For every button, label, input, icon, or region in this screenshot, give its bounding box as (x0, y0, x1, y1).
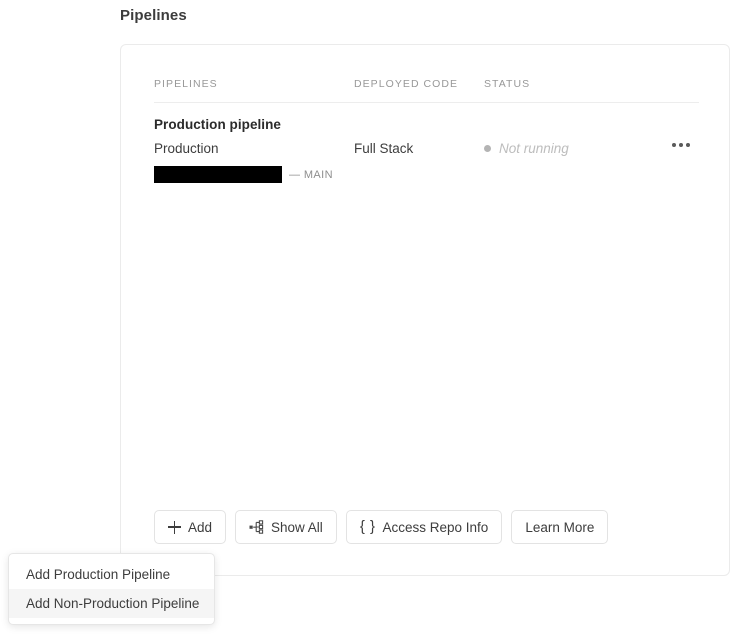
card-actions-toolbar: Add Show All { } Access Repo Info Learn … (154, 510, 609, 544)
show-all-button[interactable]: Show All (235, 510, 337, 544)
menu-item-add-non-production-pipeline[interactable]: Add Non-Production Pipeline (9, 589, 214, 618)
table-header-divider (154, 102, 699, 103)
pipeline-deployed-code: Full Stack (354, 141, 414, 156)
table-row[interactable]: Production pipeline Production Full Stac… (154, 117, 699, 187)
access-repo-info-button-label: Access Repo Info (382, 519, 489, 535)
row-overflow-menu-button[interactable] (666, 135, 696, 155)
column-header-deployed-code: DEPLOYED CODE (354, 78, 459, 90)
access-repo-info-button[interactable]: { } Access Repo Info (345, 510, 503, 544)
menu-item-add-production-pipeline[interactable]: Add Production Pipeline (9, 560, 214, 589)
menu-item-label: Add Non-Production Pipeline (26, 596, 200, 611)
status-badge: Not running (484, 141, 569, 156)
learn-more-button-label: Learn More (525, 519, 595, 535)
pipelines-card: PIPELINES DEPLOYED CODE STATUS Productio… (120, 44, 730, 576)
repository-branch-label: — MAIN (289, 168, 333, 181)
pipeline-name: Production pipeline (154, 117, 281, 132)
show-all-button-label: Show All (271, 519, 323, 535)
ellipsis-icon-dot (686, 143, 690, 147)
menu-item-label: Add Production Pipeline (26, 567, 171, 582)
add-button[interactable]: Add (154, 510, 227, 544)
add-button-label: Add (188, 519, 213, 535)
pipeline-repository: — MAIN (154, 166, 333, 183)
pipeline-environment: Production (154, 141, 219, 156)
status-label: Not running (499, 141, 569, 156)
ellipsis-icon-dot (672, 143, 676, 147)
braces-icon: { } (359, 518, 376, 535)
tree-icon (249, 520, 264, 534)
ellipsis-icon-dot (679, 143, 683, 147)
page-title: Pipelines (120, 7, 187, 24)
repository-name-redacted (154, 166, 282, 183)
column-header-status: STATUS (484, 78, 531, 90)
column-header-pipelines: PIPELINES (154, 78, 218, 90)
plus-icon (168, 520, 181, 534)
status-dot-icon (484, 145, 491, 152)
add-pipeline-dropdown-menu: Add Production Pipeline Add Non-Producti… (8, 553, 215, 625)
learn-more-button[interactable]: Learn More (511, 510, 609, 544)
